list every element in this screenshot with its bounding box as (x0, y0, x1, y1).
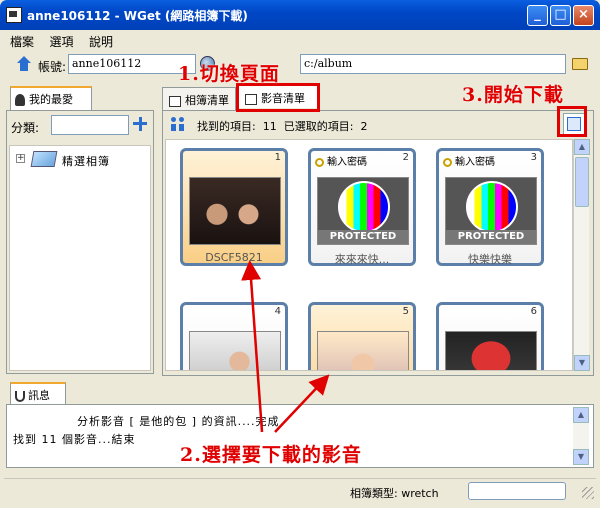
album-type-label: 相簿類型: wretch (350, 487, 439, 500)
menu-bar: 檔案 選項 說明 (4, 30, 596, 50)
video-card-3[interactable]: 輸入密碼 3 PROTECTED 快樂快樂 (436, 148, 544, 266)
video-card-5[interactable]: 5 (308, 302, 416, 370)
resize-grip-icon[interactable] (582, 487, 594, 499)
anchor-icon (15, 390, 25, 402)
title-bar: anne106112 - WGet (網路相簿下載) _ □ × (0, 0, 600, 30)
status-field (468, 482, 566, 500)
found-summary: 找到的項目: 11 已選取的項目: 2 (197, 118, 367, 134)
minimize-button[interactable]: _ (527, 5, 548, 26)
selected-count: 2 (360, 120, 368, 133)
app-icon (6, 7, 22, 23)
video-thumbnail (445, 331, 537, 370)
card-number: 4 (274, 306, 281, 317)
video-thumbnail (189, 331, 281, 370)
test-pattern-icon (338, 181, 390, 233)
protected-thumbnail: PROTECTED (317, 177, 409, 245)
annotation-box-download (557, 106, 587, 137)
favorites-panel: 我的最愛 分類: + 精選相簿 (6, 86, 154, 374)
video-thumbnail (189, 177, 281, 245)
video-thumbnail (317, 331, 409, 370)
tab-messages-label: 訊息 (28, 389, 50, 402)
menu-help[interactable]: 說明 (83, 30, 119, 53)
window-title: anne106112 - WGet (網路相簿下載) (27, 9, 248, 23)
category-label: 分類: (11, 121, 40, 135)
grid-scrollbar[interactable]: ▲ ▼ (573, 139, 590, 371)
card-caption: 來來來快... (334, 253, 390, 266)
key-icon (315, 157, 324, 167)
annotation-step3: 3.開始下載 (462, 84, 564, 106)
tab-messages[interactable]: 訊息 (10, 382, 66, 404)
password-label: 輸入密碼 (327, 157, 367, 168)
main-panel: 相簿清單 影音清單 找到的項目: 11 已選取的項目: 2 1 DSCF5821… (162, 84, 594, 376)
scroll-down-icon[interactable]: ▼ (573, 449, 589, 465)
scroll-up-icon[interactable]: ▲ (573, 407, 589, 423)
pin-icon (15, 94, 25, 106)
account-label: 帳號: (38, 60, 67, 74)
tab-album-list[interactable]: 相簿清單 (162, 87, 236, 111)
close-button[interactable]: × (573, 5, 594, 26)
card-number: 2 (402, 152, 409, 163)
tree-item-featured-albums[interactable]: 精選相簿 (62, 153, 110, 169)
log-line: 分析影音 [ 是他的包 ] 的資訊....完成 (77, 415, 280, 428)
video-card-4[interactable]: 4 (180, 302, 288, 370)
scroll-down-icon[interactable]: ▼ (574, 355, 590, 371)
album-icon (30, 151, 58, 167)
tab-favorites-label: 我的最愛 (29, 93, 73, 106)
protected-label: PROTECTED (446, 230, 536, 244)
card-caption: 快樂快樂 (468, 253, 512, 266)
password-link[interactable]: 輸入密碼 (443, 153, 495, 168)
video-card-1[interactable]: 1 DSCF5821 (180, 148, 288, 266)
home-icon[interactable] (16, 56, 32, 72)
log-line: 找到 11 個影音...結束 (13, 433, 136, 446)
card-caption: DSCF5821 (205, 251, 263, 264)
maximize-button[interactable]: □ (550, 5, 571, 26)
folder-icon (572, 58, 588, 70)
video-list-body: 找到的項目: 11 已選取的項目: 2 1 DSCF5821 輸入密碼 2 PR… (162, 110, 594, 376)
found-count: 11 (262, 120, 277, 133)
annotation-step2: 2.選擇要下載的影音 (180, 444, 362, 466)
tab-album-list-label: 相簿清單 (185, 94, 229, 107)
password-link[interactable]: 輸入密碼 (315, 153, 367, 168)
card-number: 6 (530, 306, 537, 317)
video-grid: 1 DSCF5821 輸入密碼 2 PROTECTED 來來來快... 輸入密碼… (165, 139, 573, 371)
annotation-box-tab (236, 83, 320, 112)
account-bar: 帳號: anne106112 c:/album (4, 52, 596, 78)
video-card-6[interactable]: 6 (436, 302, 544, 370)
video-card-2[interactable]: 輸入密碼 2 PROTECTED 來來來快... (308, 148, 416, 266)
card-number: 3 (530, 152, 537, 163)
items-icon (171, 117, 185, 131)
log-scrollbar[interactable]: ▲ ▼ (573, 407, 589, 465)
tree-expander[interactable]: + (16, 154, 25, 163)
tab-favorites[interactable]: 我的最愛 (10, 86, 92, 110)
selected-label: 已選取的項目: (283, 120, 354, 133)
add-category-icon[interactable] (133, 117, 147, 131)
menu-file[interactable]: 檔案 (4, 30, 40, 53)
annotation-step1: 1.切換頁面 (178, 63, 280, 85)
scroll-up-icon[interactable]: ▲ (574, 139, 590, 155)
protected-thumbnail: PROTECTED (445, 177, 537, 245)
favorites-body: 分類: + 精選相簿 (6, 110, 154, 374)
account-input[interactable]: anne106112 (68, 54, 196, 74)
found-label: 找到的項目: (197, 120, 256, 133)
favorites-tree: + 精選相簿 (9, 145, 151, 371)
album-list-icon (169, 95, 181, 107)
password-label: 輸入密碼 (455, 157, 495, 168)
menu-options[interactable]: 選項 (44, 30, 80, 53)
status-bar: 相簿類型: wretch (4, 478, 596, 502)
scroll-thumb[interactable] (575, 157, 589, 207)
browse-folder-button[interactable] (568, 54, 592, 74)
card-number: 5 (402, 306, 409, 317)
test-pattern-icon (466, 181, 518, 233)
save-path-input[interactable]: c:/album (300, 54, 566, 74)
card-number: 1 (274, 152, 281, 163)
category-input[interactable] (51, 115, 129, 135)
key-icon (443, 157, 452, 167)
protected-label: PROTECTED (318, 230, 408, 244)
